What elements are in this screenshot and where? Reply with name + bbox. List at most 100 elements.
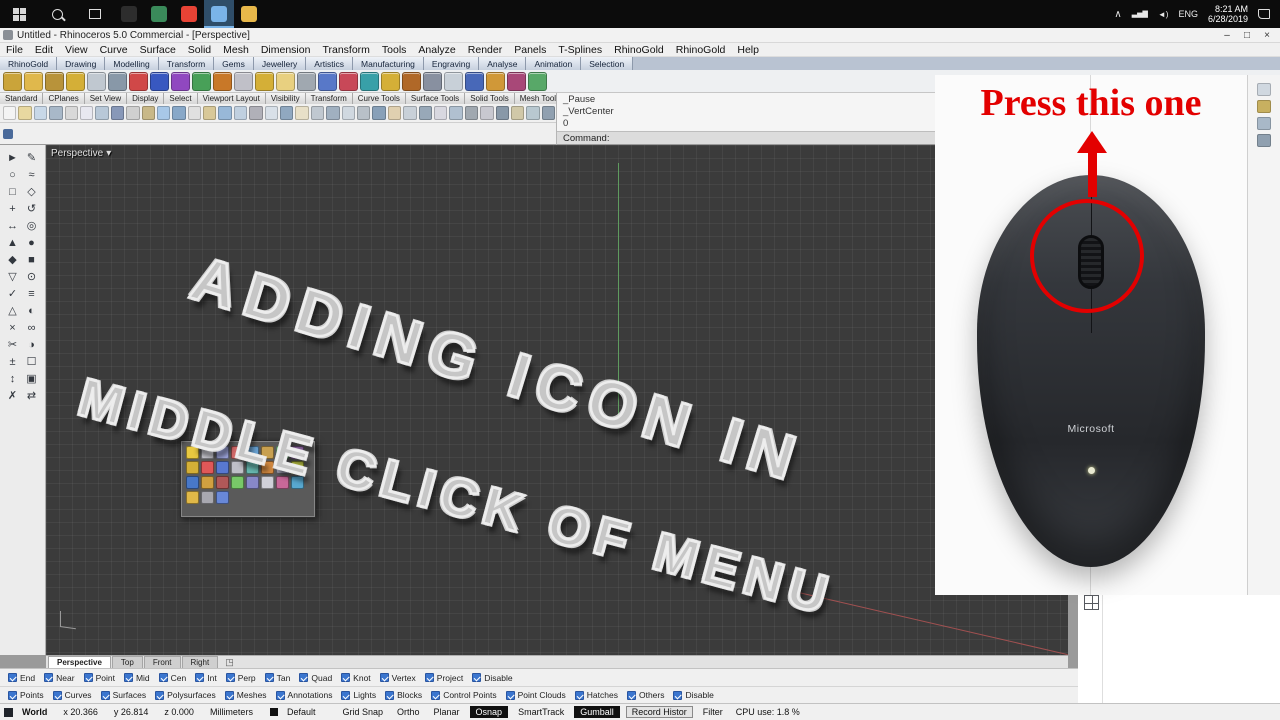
- checkbox[interactable]: [505, 690, 515, 700]
- toolbar-icon[interactable]: ▣: [22, 370, 41, 387]
- dock-icon[interactable]: [3, 129, 13, 139]
- toolbar-icon[interactable]: [276, 71, 295, 91]
- toolbar-icon[interactable]: ■: [22, 251, 41, 268]
- toolbar-icon[interactable]: [66, 71, 85, 91]
- toolbar-icon[interactable]: [507, 71, 526, 91]
- taskbar-app-button[interactable]: [234, 0, 264, 28]
- menu-item[interactable]: Solid: [182, 44, 217, 56]
- menu-item[interactable]: Curve: [94, 44, 134, 56]
- osnap-toggle[interactable]: Vertex: [376, 673, 420, 683]
- checkbox[interactable]: [341, 673, 351, 682]
- toolbar-icon[interactable]: [95, 106, 109, 120]
- toolbar-icon[interactable]: [433, 106, 448, 120]
- toolbar-icon[interactable]: [387, 106, 402, 120]
- checkbox[interactable]: [472, 673, 482, 682]
- toolbar-icon[interactable]: [249, 106, 263, 120]
- toolbar-icon[interactable]: [444, 71, 463, 91]
- rhinogold-tab[interactable]: Artistics: [306, 57, 354, 70]
- toolbar-icon[interactable]: [33, 106, 48, 120]
- speaker-icon[interactable]: ◄): [1158, 10, 1169, 19]
- osnap-toggle[interactable]: Cen: [155, 673, 191, 683]
- checkbox[interactable]: [626, 690, 636, 700]
- toolbar-icon[interactable]: [356, 106, 371, 120]
- osnap-toggle[interactable]: Int: [191, 673, 220, 683]
- toolbar-icon[interactable]: [129, 71, 148, 91]
- toolbar-icon[interactable]: [449, 106, 463, 120]
- current-layer[interactable]: Default: [280, 707, 323, 717]
- toolbar-icon[interactable]: [246, 476, 259, 489]
- toolbar-icon[interactable]: [486, 71, 505, 91]
- toolbar-icon[interactable]: [526, 106, 540, 120]
- status-toggle[interactable]: Filter: [699, 707, 727, 717]
- toolbar-icon[interactable]: [1257, 83, 1271, 96]
- toolbar-icon[interactable]: ▽: [3, 268, 22, 285]
- toolbar-icon[interactable]: [1257, 117, 1271, 130]
- checkbox[interactable]: [574, 690, 584, 700]
- toolbar-icon[interactable]: [295, 106, 309, 120]
- rhinogold-tab[interactable]: Drawing: [57, 57, 106, 70]
- toolbar-icon[interactable]: ≡: [22, 285, 41, 302]
- filter-toggle[interactable]: Annotations: [272, 690, 337, 700]
- toolbar-tab[interactable]: Solid Tools: [465, 93, 515, 104]
- toolbar-icon[interactable]: [423, 71, 442, 91]
- filter-toggle[interactable]: Others: [623, 690, 669, 700]
- toolbar-icon[interactable]: ✂: [3, 336, 22, 353]
- checkbox[interactable]: [264, 673, 274, 682]
- checkbox[interactable]: [431, 690, 441, 700]
- taskbar-app-button[interactable]: [114, 0, 144, 28]
- filter-toggle[interactable]: Surfaces: [97, 690, 151, 700]
- toolbar-icon[interactable]: □: [3, 183, 22, 200]
- checkbox[interactable]: [424, 673, 434, 682]
- viewport-title[interactable]: Perspective ▾: [51, 148, 111, 159]
- toolbar-icon[interactable]: ⊙: [22, 268, 41, 285]
- network-icon[interactable]: ▃▅▇: [1132, 10, 1148, 18]
- status-toggle[interactable]: Gumball: [574, 706, 620, 718]
- osnap-toggle[interactable]: Near: [40, 673, 78, 683]
- toolbar-icon[interactable]: [108, 71, 127, 91]
- osnap-toggle[interactable]: Quad: [295, 673, 336, 683]
- filter-toggle[interactable]: Lights: [337, 690, 380, 700]
- viewport-tab[interactable]: Perspective: [48, 656, 111, 668]
- toolbar-icon[interactable]: [1257, 134, 1271, 147]
- checkbox[interactable]: [52, 690, 62, 700]
- toolbar-icon[interactable]: [216, 491, 229, 504]
- rhinogold-tab[interactable]: Animation: [526, 57, 582, 70]
- toolbar-icon[interactable]: ✎: [22, 149, 41, 166]
- osnap-toggle[interactable]: Point: [80, 673, 119, 683]
- osnap-toggle[interactable]: End: [4, 673, 39, 683]
- toolbar-icon[interactable]: ●: [22, 234, 41, 251]
- menu-item[interactable]: RhinoGold: [670, 44, 732, 56]
- toolbar-icon[interactable]: [126, 106, 140, 120]
- toolbar-icon[interactable]: [318, 71, 337, 91]
- osnap-toggle[interactable]: Knot: [337, 673, 375, 683]
- status-toggle[interactable]: Planar: [430, 707, 464, 717]
- toolbar-icon[interactable]: ∞: [22, 319, 41, 336]
- menu-item[interactable]: Panels: [508, 44, 552, 56]
- toolbar-icon[interactable]: [213, 71, 232, 91]
- toolbar-tab[interactable]: Display: [127, 93, 165, 104]
- toolbar-tab[interactable]: Standard: [0, 93, 44, 104]
- rhinogold-tab[interactable]: Jewellery: [253, 57, 307, 70]
- checkbox[interactable]: [385, 690, 395, 700]
- layer-color-swatch[interactable]: [269, 708, 278, 716]
- minimize-button[interactable]: –: [1218, 29, 1236, 42]
- start-button[interactable]: [0, 0, 38, 28]
- rhinogold-tab[interactable]: Selection: [581, 57, 634, 70]
- osnap-toggle[interactable]: Project: [421, 673, 467, 683]
- clock[interactable]: 8:21 AM 6/28/2019: [1208, 4, 1248, 24]
- checkbox[interactable]: [123, 673, 133, 682]
- toolbar-icon[interactable]: [339, 71, 358, 91]
- filter-toggle[interactable]: Disable: [669, 690, 717, 700]
- toolbar-icon[interactable]: [341, 106, 355, 120]
- toolbar-icon[interactable]: [310, 106, 325, 120]
- toolbar-icon[interactable]: [172, 106, 186, 120]
- osnap-toggle[interactable]: Perp: [222, 673, 260, 683]
- checkbox[interactable]: [158, 673, 168, 682]
- toolbar-icon[interactable]: [49, 106, 63, 120]
- toolbar-icon[interactable]: ⇄: [22, 387, 41, 404]
- toolbar-icon[interactable]: [402, 71, 421, 91]
- viewport-tab[interactable]: Right: [181, 656, 219, 668]
- toolbar-icon[interactable]: ↺: [22, 200, 41, 217]
- toolbar-icon[interactable]: [1257, 100, 1271, 113]
- toolbar-icon[interactable]: [403, 106, 417, 120]
